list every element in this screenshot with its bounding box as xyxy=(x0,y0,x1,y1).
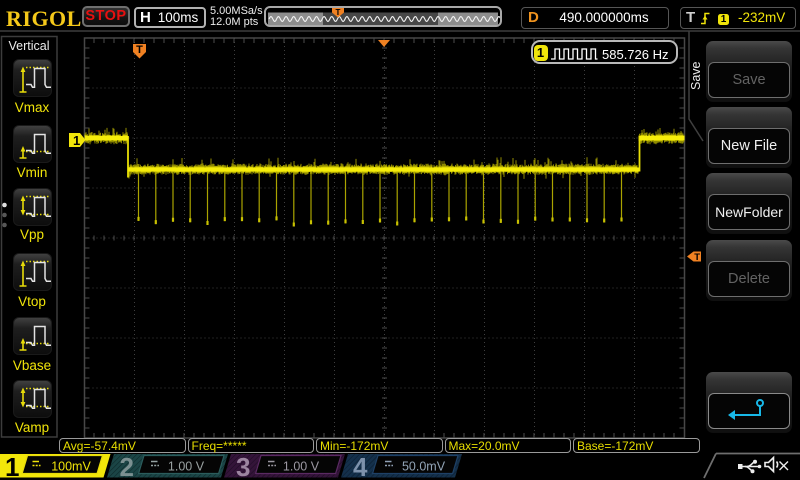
svg-text:4: 4 xyxy=(353,452,368,480)
svg-text:T: T xyxy=(694,252,700,263)
svg-text:3: 3 xyxy=(236,452,250,480)
svg-text:100mV: 100mV xyxy=(51,460,91,474)
svg-text:50.0mV: 50.0mV xyxy=(402,460,446,474)
svg-text:Save: Save xyxy=(689,61,703,90)
svg-text:T: T xyxy=(136,44,143,56)
svg-text:1: 1 xyxy=(5,452,19,480)
svg-text:1.00 V: 1.00 V xyxy=(283,460,320,474)
svg-text:1.00 V: 1.00 V xyxy=(168,460,205,474)
svg-text:2: 2 xyxy=(120,452,134,480)
svg-text:1: 1 xyxy=(73,133,80,148)
